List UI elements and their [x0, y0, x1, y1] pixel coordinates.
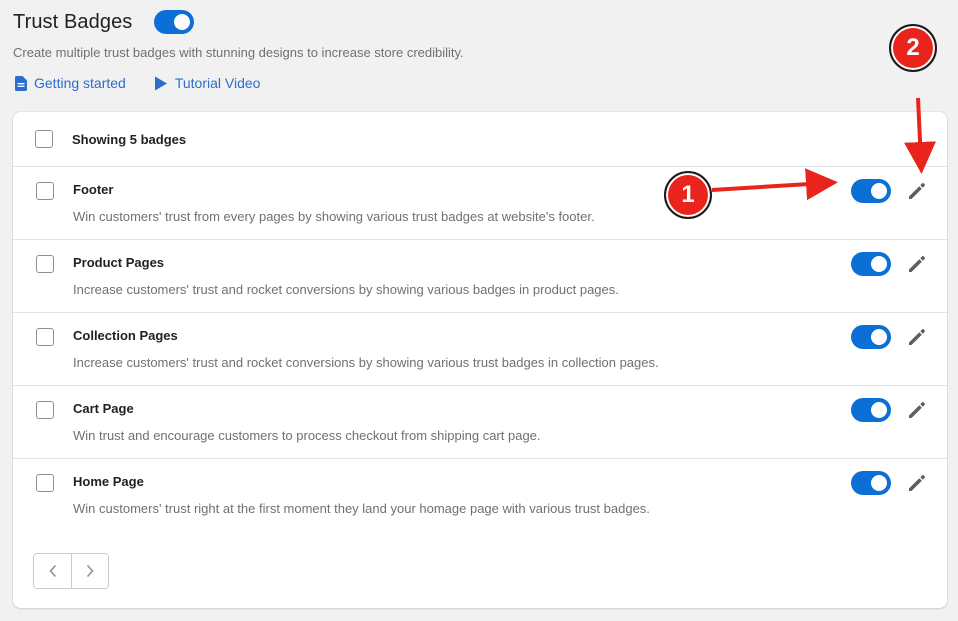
annotation-arrows: [711, 97, 937, 201]
annotation-badge-2: 2: [889, 24, 937, 72]
arrow-to-toggle: [711, 168, 838, 201]
annotation-badge-1: 1: [664, 171, 712, 219]
page: Trust Badges Create multiple trust badge…: [0, 0, 958, 621]
arrow-to-edit: [904, 97, 937, 174]
